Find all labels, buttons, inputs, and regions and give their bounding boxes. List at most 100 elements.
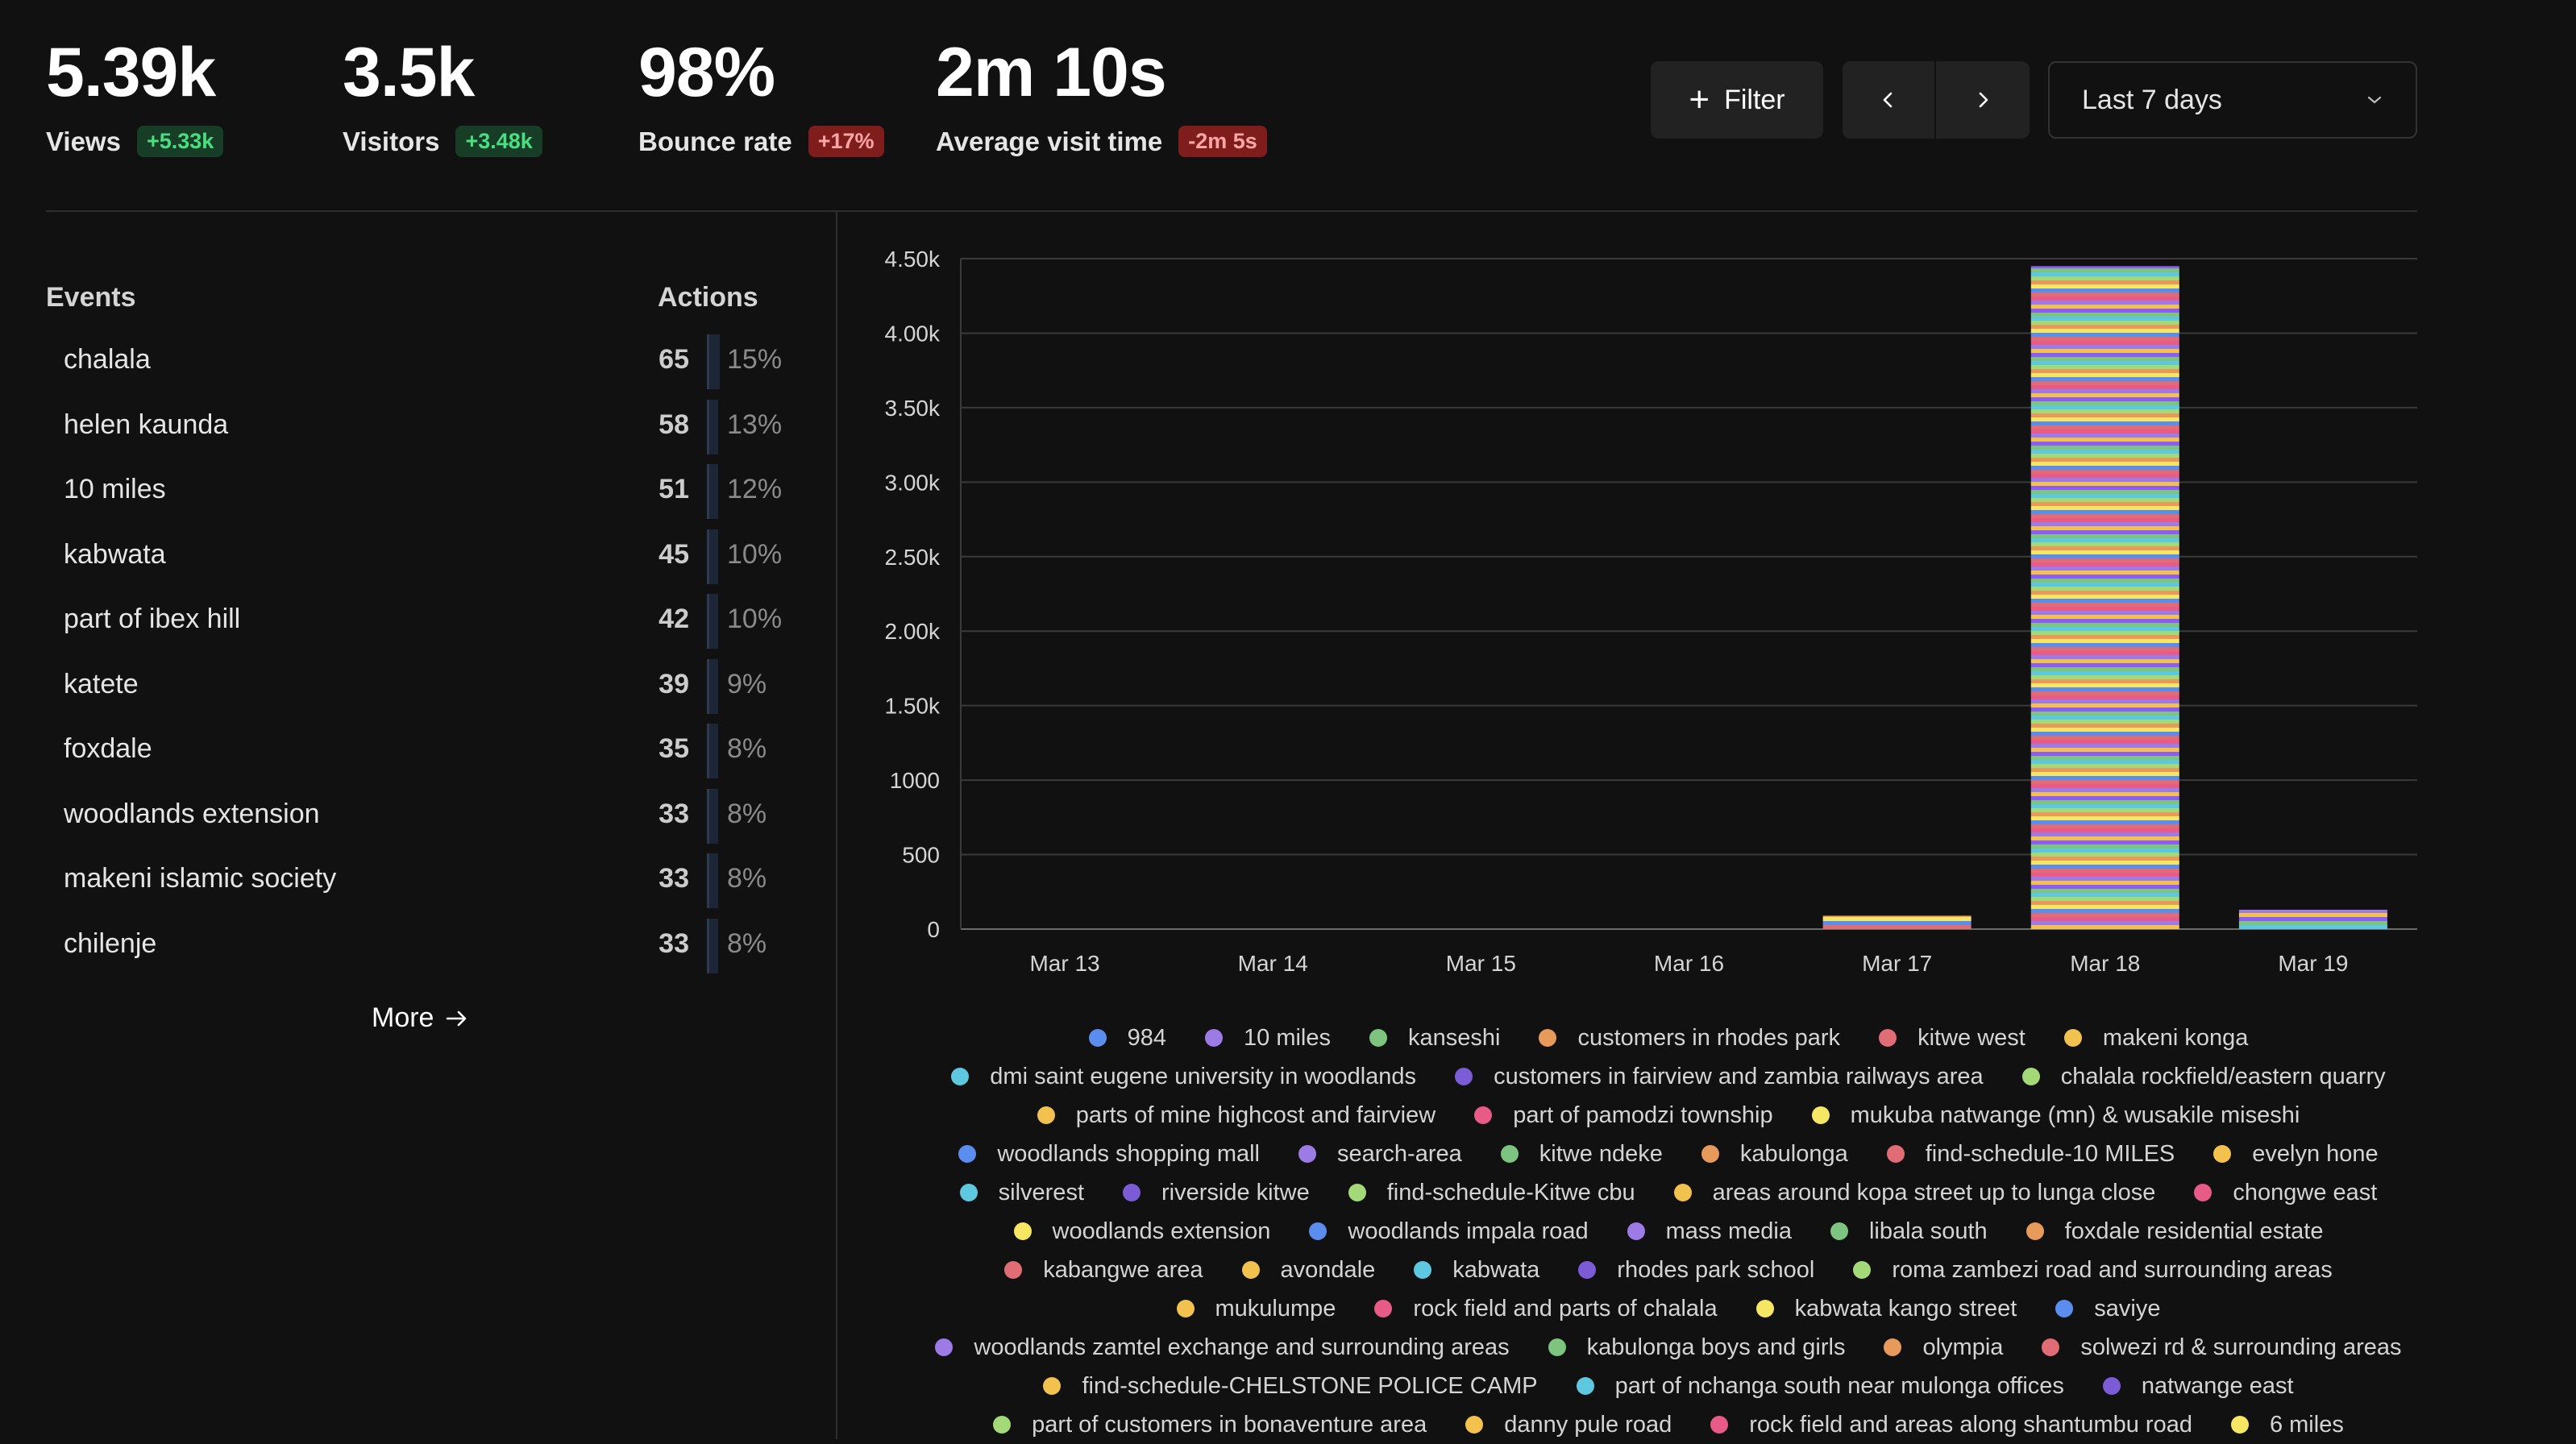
legend-item[interactable]: roma zambezi road and surrounding areas [1853, 1257, 2333, 1284]
legend-color-dot [1673, 1184, 1692, 1201]
next-range-button[interactable] [1936, 61, 2030, 139]
y-tick-label: 2.00k [885, 619, 941, 644]
legend-item[interactable]: parts of mine highcost and fairview [1037, 1102, 1435, 1129]
legend-item[interactable]: natwange east [2102, 1373, 2294, 1400]
legend-item[interactable]: search-area [1298, 1141, 1462, 1168]
event-share-bar [707, 334, 720, 389]
legend-item[interactable]: libala south [1830, 1218, 1988, 1245]
legend-item[interactable]: woodlands shopping mall [958, 1141, 1260, 1168]
bar-segment [2030, 643, 2179, 647]
bar-segment [2030, 691, 2179, 695]
legend-item[interactable]: kabulonga boys and girls [1548, 1334, 1845, 1361]
legend-item[interactable]: kitwe ndeke [1500, 1141, 1663, 1168]
legend-color-dot [951, 1068, 970, 1085]
legend-label: kanseshi [1408, 1024, 1501, 1051]
legend-color-dot [1710, 1416, 1729, 1434]
event-row[interactable]: katete 39 9% [46, 654, 787, 720]
legend-color-dot [1879, 1029, 1897, 1047]
legend-item[interactable]: areas around kopa street up to lunga clo… [1673, 1180, 2155, 1206]
previous-range-button[interactable] [1843, 61, 1934, 139]
event-row[interactable]: part of ibex hill 42 10% [46, 589, 787, 654]
bar-segment [2030, 571, 2179, 575]
legend-item[interactable]: olympia [1884, 1334, 2003, 1361]
legend-item[interactable]: woodlands zamtel exchange and surroundin… [935, 1334, 1510, 1361]
event-row[interactable]: woodlands extension 33 8% [46, 784, 787, 849]
bar-segment [2030, 305, 2179, 309]
bar-segment [2030, 554, 2179, 558]
event-percent: 9% [727, 668, 767, 699]
legend-label: danny pule road [1504, 1411, 1672, 1438]
legend-color-dot [1474, 1106, 1493, 1124]
arrow-right-icon [447, 1010, 467, 1026]
legend-item[interactable]: part of pamodzi township [1474, 1102, 1773, 1129]
bar-segment [2030, 583, 2179, 587]
bar-segment [2030, 438, 2179, 442]
legend-item[interactable]: danny pule road [1465, 1412, 1672, 1438]
event-row[interactable]: chalala 65 15% [46, 330, 787, 395]
bar-segment [2030, 293, 2179, 297]
legend-item[interactable]: evelyn hone [2213, 1141, 2379, 1168]
legend-item[interactable]: kabwata kango street [1755, 1296, 2017, 1322]
legend-item[interactable]: chongwe east [2194, 1180, 2377, 1206]
bar-segment [2030, 562, 2179, 566]
legend-item[interactable]: kabulonga [1701, 1141, 1848, 1168]
legend-item[interactable]: kabwata [1414, 1257, 1539, 1284]
date-range-select[interactable]: Last 7 days [2048, 61, 2417, 139]
legend-item[interactable]: mukulumpe [1176, 1295, 1336, 1322]
legend-item[interactable]: kabangwe area [1004, 1257, 1203, 1284]
legend-item[interactable]: customers in rhodes park [1539, 1025, 1840, 1052]
more-events-link[interactable]: More [372, 1002, 469, 1034]
legend-item[interactable]: find-schedule-CHELSTONE POLICE CAMP [1043, 1373, 1538, 1400]
legend-item[interactable]: find-schedule-Kitwe cbu [1348, 1180, 1635, 1206]
event-row[interactable]: chilenje 33 8% [46, 914, 787, 979]
legend-row: kabangwe area avondale kabwata rhodes park … [903, 1251, 2434, 1289]
bar-segment [2030, 732, 2179, 736]
legend-item[interactable]: 984 [1088, 1025, 1166, 1052]
legend-label: mukulumpe [1215, 1295, 1336, 1322]
legend-item[interactable]: riverside kitwe [1123, 1180, 1310, 1206]
stacked-bar[interactable] [1822, 915, 1971, 929]
bar-segment [2030, 526, 2179, 530]
bar-segment [2030, 736, 2179, 740]
bar-segment [2030, 816, 2179, 820]
legend-item[interactable]: kanseshi [1369, 1025, 1500, 1052]
legend-item[interactable]: rhodes park school [1578, 1257, 1814, 1284]
legend-item[interactable]: solwezi rd & surrounding areas [2042, 1334, 2402, 1361]
event-share-bar [707, 918, 718, 973]
legend-item[interactable]: rock field and parts of chalala [1374, 1296, 1718, 1322]
legend-color-dot [1374, 1300, 1393, 1317]
legend-item[interactable]: avondale [1241, 1257, 1375, 1284]
event-percent: 12% [727, 474, 783, 504]
legend-item[interactable]: 10 miles [1205, 1025, 1331, 1052]
legend-item[interactable]: makeni konga [2063, 1025, 2248, 1052]
legend-item[interactable]: customers in fairview and zambia railway… [1455, 1064, 1984, 1090]
legend-item[interactable]: saviye [2055, 1296, 2161, 1322]
legend-item[interactable]: foxdale residential estate [2025, 1218, 2323, 1245]
legend-item[interactable]: mukuba natwange (mn) & wusakile miseshi [1811, 1102, 2300, 1129]
legend-item[interactable]: chalala rockfield/eastern quarry [2021, 1064, 2386, 1090]
event-row[interactable]: helen kaunda 58 13% [46, 395, 787, 460]
event-row[interactable]: foxdale 35 8% [46, 719, 787, 784]
legend-item[interactable]: woodlands impala road [1309, 1218, 1589, 1245]
event-row[interactable]: 10 miles 51 12% [46, 459, 787, 525]
legend-item[interactable]: silverest [959, 1180, 1084, 1206]
legend-item[interactable]: kitwe west [1879, 1025, 2025, 1052]
legend-item[interactable]: woodlands extension [1013, 1218, 1270, 1245]
legend-item[interactable]: part of customers in bonaventure area [993, 1412, 1427, 1438]
event-row[interactable]: kabwata 45 10% [46, 525, 787, 590]
legend-item[interactable]: find-schedule-10 MILES [1886, 1141, 2175, 1168]
bar-segment [2030, 506, 2179, 510]
legend-item[interactable]: dmi saint eugene university in woodlands [951, 1064, 1416, 1090]
stacked-bar[interactable] [2238, 909, 2387, 929]
bar-segment [2030, 317, 2179, 321]
filter-button[interactable]: + Filter [1651, 61, 1823, 139]
legend-item[interactable]: part of nchanga south near mulonga offic… [1576, 1373, 2064, 1400]
event-share-bar [707, 594, 718, 649]
event-row[interactable]: makeni islamic society 33 8% [46, 849, 787, 914]
bar-segment [2030, 381, 2179, 385]
legend-item[interactable]: mass media [1627, 1218, 1792, 1245]
bar-segment [2030, 655, 2179, 659]
legend-item[interactable]: rock field and areas along shantumbu roa… [1710, 1412, 2192, 1438]
legend-item[interactable]: 6 miles [2230, 1412, 2344, 1438]
stacked-bar[interactable] [2030, 266, 2179, 929]
